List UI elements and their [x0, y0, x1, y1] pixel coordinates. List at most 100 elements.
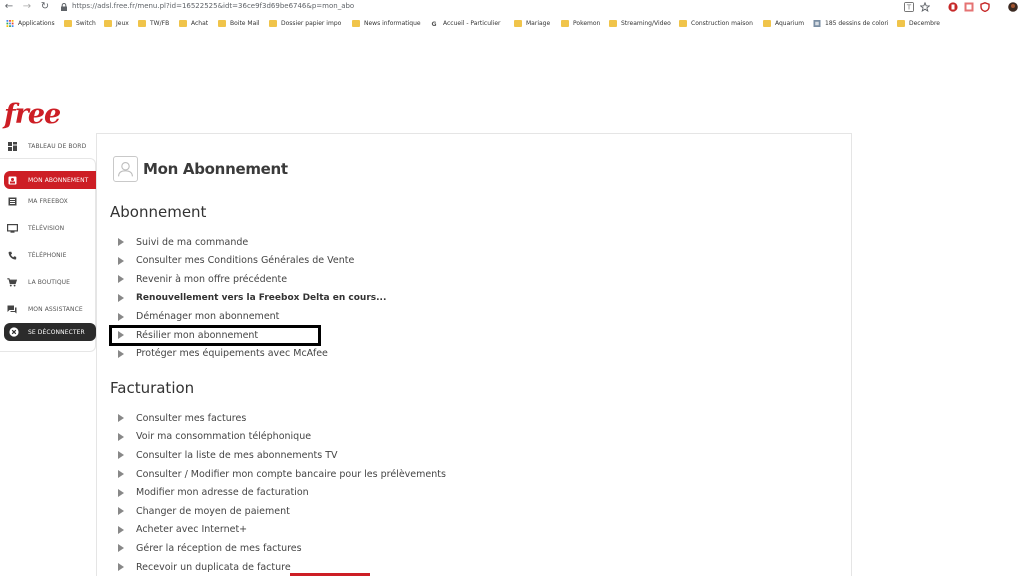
bookmark-folder[interactable]: Achat: [179, 18, 208, 28]
avatar[interactable]: [1008, 2, 1018, 12]
bookmark-label: Switch: [76, 19, 96, 27]
lock-icon: [61, 3, 67, 11]
arrow-right-icon: [118, 525, 124, 534]
freebox-icon: [6, 195, 18, 207]
folder-icon: [269, 19, 277, 27]
back-arrow-icon[interactable]: ←: [2, 0, 16, 14]
arrow-right-icon: [118, 507, 124, 516]
bookmark-folder[interactable]: News informatique: [352, 18, 421, 28]
phone-icon: [6, 249, 18, 261]
link-consommation[interactable]: Voir ma consommation téléphonique: [118, 428, 446, 447]
arrow-right-icon: [118, 256, 124, 265]
link-label: Gérer la réception de mes factures: [136, 542, 302, 554]
logout-button[interactable]: SE DÉCONNECTER: [4, 323, 96, 341]
bookmark-folder[interactable]: Streaming/Video: [609, 18, 671, 28]
forward-arrow-icon[interactable]: →: [20, 0, 34, 14]
link-consulter-factures[interactable]: Consulter mes factures: [118, 409, 446, 428]
sidebar-item-television[interactable]: TÉLÉVISION: [0, 219, 96, 237]
folder-icon: [218, 19, 226, 27]
reload-icon[interactable]: ↻: [38, 0, 52, 14]
bookmark-label: Mariage: [526, 19, 551, 27]
bookmark-folder[interactable]: Jeux: [104, 18, 129, 28]
bookmark-label: Aquarium: [775, 19, 805, 27]
arrow-right-icon: [118, 563, 124, 572]
folder-icon: [352, 19, 360, 27]
bookmark-label: TW/FB: [150, 19, 170, 27]
adblock-icon[interactable]: [948, 2, 958, 12]
bookmark-label: Jeux: [116, 19, 129, 27]
link-label: Déménager mon abonnement: [136, 311, 280, 323]
link-reception-factures[interactable]: Gérer la réception de mes factures: [118, 539, 446, 558]
link-label: Modifier mon adresse de facturation: [136, 487, 309, 499]
link-label: Revenir à mon offre précédente: [136, 273, 288, 285]
bookmark-site[interactable]: G Accueil - Particulier: [431, 18, 501, 28]
extension-icons: T: [904, 1, 1018, 13]
folder-icon: [179, 19, 187, 27]
bookmark-folder[interactable]: Switch: [64, 18, 96, 28]
folder-icon: [561, 19, 569, 27]
sidebar-item-label: SE DÉCONNECTER: [28, 328, 85, 336]
sidebar-item-la-boutique[interactable]: LA BOUTIQUE: [0, 273, 96, 291]
link-mcafee[interactable]: Protéger mes équipements avec McAfee: [118, 345, 386, 364]
svg-text:T: T: [906, 4, 912, 12]
bookmark-label: Construction maison: [691, 19, 753, 27]
link-label: Consulter / Modifier mon compte bancaire…: [136, 468, 446, 480]
link-abonnements-tv[interactable]: Consulter la liste de mes abonnements TV: [118, 446, 446, 465]
sidebar-item-label: MON ABONNEMENT: [28, 176, 89, 184]
shield-icon[interactable]: [980, 2, 990, 12]
link-label: Consulter mes Conditions Générales de Ve…: [136, 255, 355, 267]
link-internet-plus[interactable]: Acheter avec Internet+: [118, 521, 446, 540]
folder-icon: [609, 19, 617, 27]
sidebar-item-tableau-de-bord[interactable]: TABLEAU DE BORD: [0, 137, 96, 155]
arrow-right-icon: [118, 238, 124, 247]
link-suivi-commande[interactable]: Suivi de ma commande: [118, 233, 386, 252]
sidebar-item-mon-abonnement[interactable]: MON ABONNEMENT: [4, 171, 96, 189]
bookmark-label: Dossier papier impo: [281, 19, 342, 27]
sidebar-item-label: MON ASSISTANCE: [28, 305, 83, 313]
link-adresse-facturation[interactable]: Modifier mon adresse de facturation: [118, 483, 446, 502]
link-conditions-generales[interactable]: Consulter mes Conditions Générales de Ve…: [118, 252, 386, 271]
link-moyen-paiement[interactable]: Changer de moyen de paiement: [118, 502, 446, 521]
bookmark-label: Achat: [191, 19, 209, 27]
link-duplicata[interactable]: Recevoir un duplicata de facture: [118, 558, 446, 576]
free-logo[interactable]: free: [4, 100, 61, 130]
sidebar-item-telephonie[interactable]: TÉLÉPHONIE: [0, 246, 96, 264]
link-renouvellement-delta[interactable]: Renouvellement vers la Freebox Delta en …: [118, 289, 386, 308]
star-icon[interactable]: [920, 2, 930, 12]
bookmark-folder[interactable]: Construction maison: [679, 18, 753, 28]
link-label: Renouvellement vers la Freebox Delta en …: [136, 293, 387, 304]
chat-icon: [6, 303, 18, 315]
sidebar-item-label: TÉLÉPHONIE: [28, 251, 67, 259]
arrow-right-icon: [118, 451, 124, 460]
bookmark-folder[interactable]: Dossier papier impo: [269, 18, 341, 28]
arrow-right-icon: [118, 312, 124, 321]
bookmark-label: Pokemon: [573, 19, 601, 27]
bookmark-label: 185 dessins de colori: [825, 19, 889, 27]
bookmark-folder[interactable]: Decembre: [897, 18, 940, 28]
sidebar-item-mon-assistance[interactable]: MON ASSISTANCE: [0, 300, 96, 318]
facturation-links: Consulter mes factures Voir ma consommat…: [118, 409, 446, 576]
extension-red-icon[interactable]: [964, 2, 974, 12]
bookmark-folder[interactable]: Pokemon: [561, 18, 600, 28]
bookmark-folder[interactable]: Mariage: [514, 18, 550, 28]
translate-icon[interactable]: T: [904, 2, 914, 12]
bookmark-folder[interactable]: TW/FB: [138, 18, 169, 28]
address-bar[interactable]: https://adsl.free.fr/menu.pl?id=16522525…: [72, 1, 354, 12]
sidebar-item-label: TÉLÉVISION: [28, 224, 65, 232]
link-label: Consulter la liste de mes abonnements TV: [136, 449, 338, 461]
dashboard-icon: [6, 140, 18, 152]
bookmark-site[interactable]: 185 dessins de colori: [813, 18, 888, 28]
arrow-right-icon: [118, 275, 124, 284]
link-compte-bancaire[interactable]: Consulter / Modifier mon compte bancaire…: [118, 465, 446, 484]
sidebar-item-ma-freebox[interactable]: MA FREEBOX: [0, 192, 96, 210]
arrow-right-icon: [118, 349, 124, 358]
bookmark-apps[interactable]: Applications: [6, 18, 55, 28]
section-title-facturation: Facturation: [110, 379, 195, 397]
bookmark-folder[interactable]: Aquarium: [763, 18, 804, 28]
link-revenir-offre[interactable]: Revenir à mon offre précédente: [118, 270, 386, 289]
link-demenager[interactable]: Déménager mon abonnement: [118, 307, 386, 326]
bookmark-label: News informatique: [364, 19, 421, 27]
bookmark-folder[interactable]: Boite Mail: [218, 18, 260, 28]
folder-icon: [64, 19, 72, 27]
page-title: Mon Abonnement: [143, 160, 288, 178]
